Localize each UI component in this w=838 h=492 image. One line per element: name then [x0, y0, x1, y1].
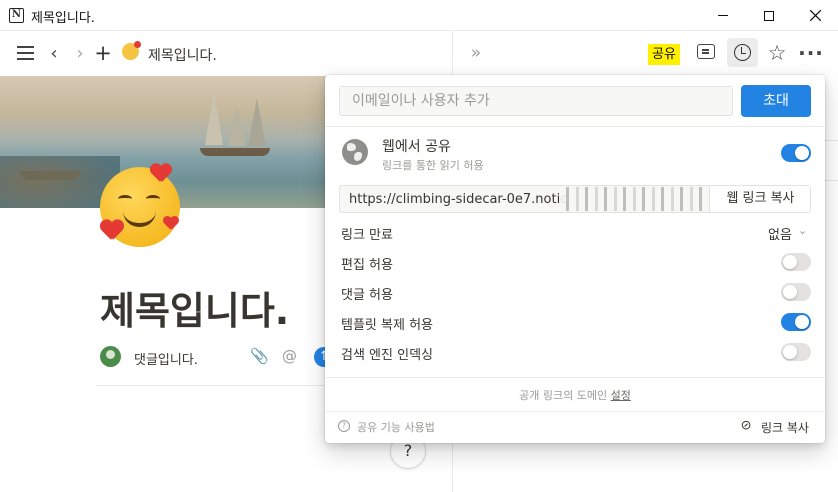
- page-emoji-icon: [122, 41, 141, 60]
- share-help-link[interactable]: 공유 기능 사용법: [357, 419, 435, 435]
- mention-icon[interactable]: @: [282, 347, 297, 365]
- help-circle-icon: ?: [338, 420, 350, 432]
- redacted-url-part: [560, 187, 708, 211]
- close-window-button[interactable]: [792, 0, 838, 31]
- domain-settings-text: 공개 링크의 도메인 설정: [325, 387, 825, 403]
- share-button[interactable]: 공유: [648, 44, 680, 65]
- breadcrumb-page-title[interactable]: 제목입니다.: [148, 45, 217, 65]
- menu-icon[interactable]: [14, 41, 36, 65]
- allow-comment-label: 댓글 허용: [341, 288, 393, 303]
- plus-icon[interactable]: +: [93, 41, 113, 65]
- chevron-down-icon[interactable]: ⌄: [798, 224, 807, 237]
- domain-label: 공개 링크의 도메인: [519, 389, 608, 402]
- search-index-label: 검색 엔진 인덱싱: [341, 348, 433, 363]
- forward-arrow-icon[interactable]: ›: [70, 41, 90, 65]
- divider: [325, 377, 825, 378]
- link-icon: ⊝: [737, 416, 756, 435]
- copy-web-link-button[interactable]: 웹 링크 복사: [709, 186, 810, 212]
- invite-input[interactable]: 이메일이나 사용자 추가: [339, 86, 733, 116]
- window-titlebar: N 제목입니다.: [0, 0, 838, 31]
- copy-link-button[interactable]: 링크 복사: [761, 419, 809, 436]
- web-share-toggle[interactable]: [781, 144, 811, 162]
- attachment-icon[interactable]: 📎: [250, 347, 269, 365]
- allow-template-toggle[interactable]: [781, 313, 811, 331]
- maximize-icon: [764, 10, 774, 21]
- more-icon[interactable]: ···: [798, 41, 823, 65]
- web-share-subtitle: 링크를 통한 읽기 허용: [382, 159, 484, 172]
- allow-edit-toggle[interactable]: [781, 253, 811, 271]
- allow-comment-toggle[interactable]: [781, 283, 811, 301]
- maximize-button[interactable]: [746, 0, 792, 31]
- allow-template-label: 템플릿 복제 허용: [341, 318, 433, 333]
- comment-icon[interactable]: [697, 44, 715, 59]
- allow-edit-label: 편집 허용: [341, 258, 393, 273]
- share-popover: 이메일이나 사용자 추가 초대 웹에서 공유 링크를 통한 읽기 허용 http…: [325, 75, 825, 443]
- minimize-icon: [718, 15, 728, 16]
- share-url-field[interactable]: https://climbing-sidecar-0e7.notic 웹 링크 …: [339, 185, 811, 213]
- notion-logo-icon: N: [9, 8, 24, 23]
- back-arrow-icon[interactable]: ‹: [44, 41, 64, 65]
- page-emoji-icon-large[interactable]: [100, 167, 180, 247]
- invite-button[interactable]: 초대: [741, 85, 811, 117]
- divider: [325, 126, 825, 127]
- search-index-toggle[interactable]: [781, 343, 811, 361]
- minimize-button[interactable]: [700, 0, 746, 31]
- divider: [325, 411, 825, 412]
- globe-icon: [342, 139, 368, 165]
- comment-input[interactable]: 댓글입니다.: [134, 349, 198, 368]
- star-icon[interactable]: ☆: [765, 41, 789, 65]
- page-title[interactable]: 제목입니다.: [100, 280, 289, 335]
- domain-settings-link[interactable]: 설정: [611, 389, 631, 402]
- window-title: 제목입니다.: [31, 11, 95, 26]
- history-icon: [734, 44, 751, 61]
- link-expiry-select[interactable]: 없음: [768, 224, 792, 243]
- expand-icon[interactable]: »: [466, 41, 486, 65]
- link-expiry-label: 링크 만료: [341, 228, 393, 243]
- close-icon: [809, 10, 821, 21]
- web-share-title: 웹에서 공유: [382, 139, 451, 155]
- history-button[interactable]: [727, 38, 758, 67]
- avatar: [100, 346, 121, 367]
